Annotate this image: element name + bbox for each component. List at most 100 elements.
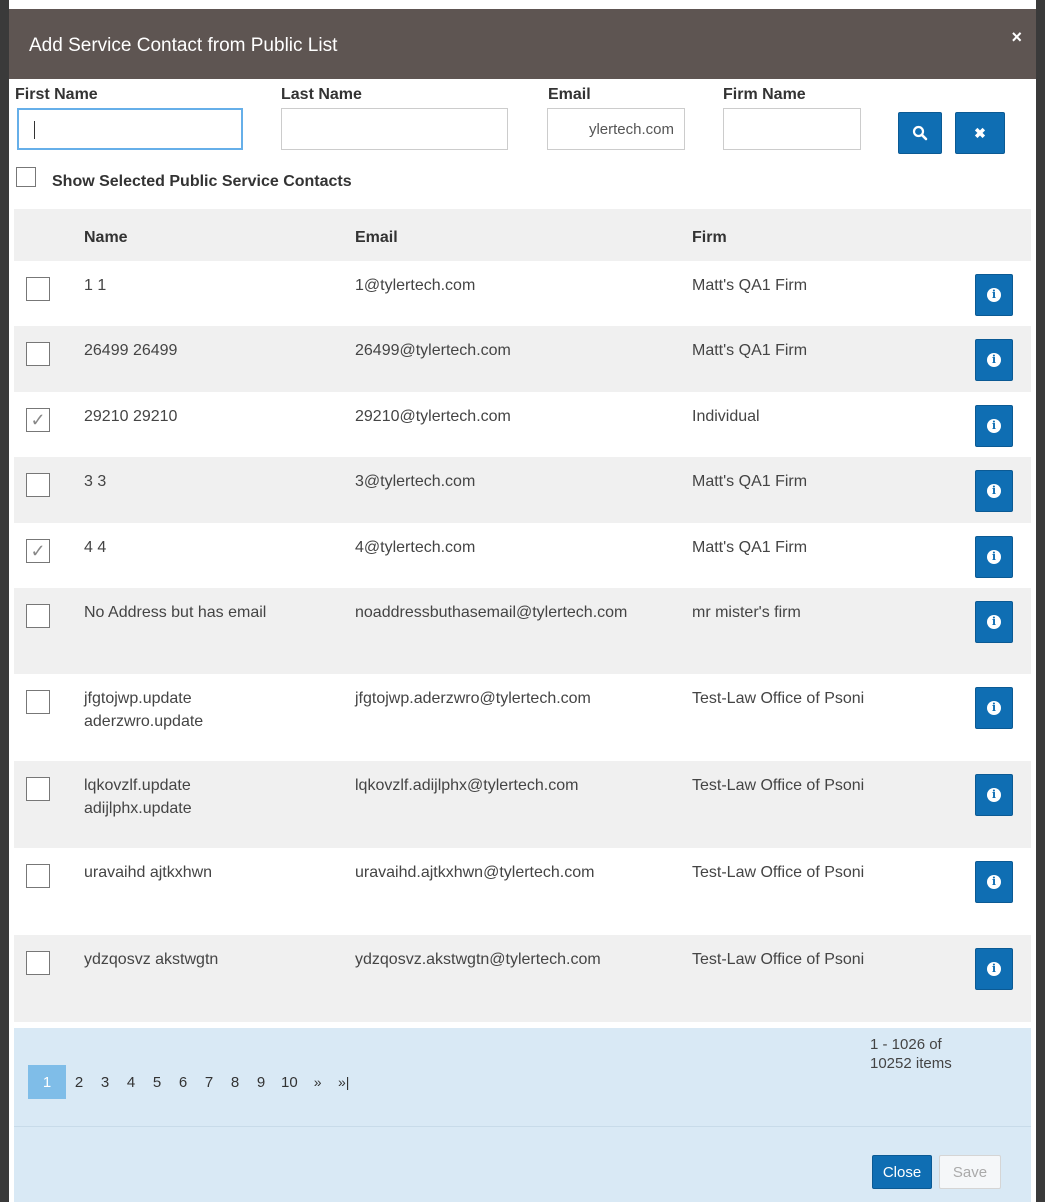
table-row: ✓ 29210 29210 29210@tylertech.com Individua… <box>14 392 1031 457</box>
column-header-name: Name <box>84 229 128 246</box>
info-icon: i <box>987 484 1001 498</box>
pager-info-range: 1 - 1026 of <box>870 1036 942 1053</box>
contact-firm: Matt's QA1 Firm <box>692 277 808 294</box>
page-link-9[interactable]: 9 <box>248 1065 274 1099</box>
contact-firm: Matt's QA1 Firm <box>692 342 808 359</box>
page-link-5[interactable]: 5 <box>144 1065 170 1099</box>
table-header: Name Email Firm <box>14 209 1031 261</box>
contact-info-button[interactable]: i <box>975 536 1013 578</box>
contact-email: noaddressbuthasemail@tylertech.com <box>355 604 628 621</box>
page-link-6[interactable]: 6 <box>170 1065 196 1099</box>
contact-email: ydzqosvz.akstwgtn@tylertech.com <box>355 951 601 968</box>
column-header-firm: Firm <box>692 229 727 246</box>
contact-firm: Test-Law Office of Psoni <box>692 864 865 881</box>
add-service-contact-modal: Add Service Contact from Public List × F… <box>9 9 1036 1202</box>
contact-name: lqkovzlf.update adijlphx.update <box>84 777 192 817</box>
page-last-button[interactable]: »| <box>331 1065 357 1099</box>
contact-info-button[interactable]: i <box>975 274 1013 316</box>
row-select-checkbox[interactable] <box>26 604 50 628</box>
contact-email: 29210@tylertech.com <box>355 408 511 425</box>
modal-header: Add Service Contact from Public List × <box>9 9 1036 79</box>
contact-firm: Individual <box>692 408 760 425</box>
info-icon: i <box>987 550 1001 564</box>
page-link-1[interactable]: 1 <box>28 1065 66 1099</box>
row-select-checkbox[interactable] <box>26 473 50 497</box>
table-row: uravaihd ajtkxhwn uravaihd.ajtkxhwn@tyler… <box>14 848 1031 935</box>
table-row: No Address but has email noaddressbuthase… <box>14 588 1031 674</box>
save-button[interactable]: Save <box>939 1155 1001 1189</box>
contact-firm: Test-Law Office of Psoni <box>692 777 865 794</box>
contact-email: jfgtojwp.aderzwro@tylertech.com <box>355 690 591 707</box>
info-icon: i <box>987 288 1001 302</box>
clear-icon: ✖ <box>974 124 986 141</box>
contact-info-button[interactable]: i <box>975 687 1013 729</box>
contact-firm: Matt's QA1 Firm <box>692 473 808 490</box>
contact-name: No Address but has email <box>84 604 267 621</box>
contact-info-button[interactable]: i <box>975 339 1013 381</box>
contact-info-button[interactable]: i <box>975 601 1013 643</box>
text-cursor <box>34 121 35 139</box>
close-icon[interactable]: × <box>1011 27 1022 48</box>
close-button[interactable]: Close <box>872 1155 932 1189</box>
table-row: 1 1 1@tylertech.com Matt's QA1 Firm i <box>14 261 1031 326</box>
info-icon: i <box>987 353 1001 367</box>
page-link-4[interactable]: 4 <box>118 1065 144 1099</box>
page-link-2[interactable]: 2 <box>66 1065 92 1099</box>
contact-info-button[interactable]: i <box>975 470 1013 512</box>
last-name-input[interactable] <box>281 108 508 150</box>
contact-firm: mr mister's firm <box>692 604 801 621</box>
contact-email: lqkovzlf.adijlphx@tylertech.com <box>355 777 579 794</box>
info-icon: i <box>987 701 1001 715</box>
page-links: 1 2 3 4 5 6 7 8 9 10» »| <box>28 1065 357 1099</box>
row-select-checkbox[interactable] <box>26 951 50 975</box>
row-select-checkbox[interactable]: ✓ <box>26 408 50 432</box>
contact-email: 3@tylertech.com <box>355 473 476 490</box>
row-select-checkbox[interactable] <box>26 342 50 366</box>
contact-info-button[interactable]: i <box>975 948 1013 990</box>
row-select-checkbox[interactable]: ✓ <box>26 539 50 563</box>
contact-email: uravaihd.ajtkxhwn@tylertech.com <box>355 864 595 881</box>
last-name-label: Last Name <box>281 86 362 103</box>
contact-info-button[interactable]: i <box>975 405 1013 447</box>
contacts-table: Name Email Firm 1 1 1@tylertech.com Matt's… <box>14 209 1031 1022</box>
contact-info-button[interactable]: i <box>975 774 1013 816</box>
row-select-checkbox[interactable] <box>26 277 50 301</box>
first-name-input[interactable] <box>17 108 243 150</box>
email-input[interactable] <box>547 108 685 150</box>
clear-button[interactable]: ✖ <box>955 112 1005 154</box>
firm-name-input[interactable] <box>723 108 861 150</box>
row-select-checkbox[interactable] <box>26 690 50 714</box>
pager-info-total: 10252 items <box>870 1055 952 1072</box>
show-selected-checkbox[interactable] <box>16 167 36 187</box>
column-header-email: Email <box>355 229 398 246</box>
contact-name: jfgtojwp.update aderzwro.update <box>84 690 204 730</box>
info-icon: i <box>987 419 1001 433</box>
firm-name-label: Firm Name <box>723 86 806 103</box>
page-link-7[interactable]: 7 <box>196 1065 222 1099</box>
info-icon: i <box>987 875 1001 889</box>
pager-info: 1 - 1026 of 10252 items <box>870 1035 952 1073</box>
search-icon <box>912 125 928 141</box>
email-label: Email <box>548 86 591 103</box>
show-selected-label: Show Selected Public Service Contacts <box>52 173 352 190</box>
contact-info-button[interactable]: i <box>975 861 1013 903</box>
search-filters: First Name Last Name Email Firm Name ✖ S… <box>9 79 1036 219</box>
page-link-8[interactable]: 8 <box>222 1065 248 1099</box>
row-select-checkbox[interactable] <box>26 864 50 888</box>
contact-email: 4@tylertech.com <box>355 539 476 556</box>
contact-name: 29210 29210 <box>84 408 178 425</box>
checkmark-icon: ✓ <box>30 410 46 430</box>
row-select-checkbox[interactable] <box>26 777 50 801</box>
contact-email: 1@tylertech.com <box>355 277 476 294</box>
page-link-3[interactable]: 3 <box>92 1065 118 1099</box>
page-backdrop-left <box>0 0 9 1202</box>
search-button[interactable] <box>898 112 942 154</box>
table-row: jfgtojwp.update aderzwro.update jfgtojwp.… <box>14 674 1031 761</box>
page-next-button[interactable]: » <box>305 1065 331 1099</box>
contact-name: ydzqosvz akstwgtn <box>84 951 219 968</box>
contact-firm: Test-Law Office of Psoni <box>692 690 865 707</box>
contact-firm: Matt's QA1 Firm <box>692 539 808 556</box>
table-row: ✓ 4 4 4@tylertech.com Matt's QA1 Firm i <box>14 523 1031 588</box>
info-icon: i <box>987 962 1001 976</box>
page-link-10[interactable]: 10 <box>274 1065 305 1099</box>
